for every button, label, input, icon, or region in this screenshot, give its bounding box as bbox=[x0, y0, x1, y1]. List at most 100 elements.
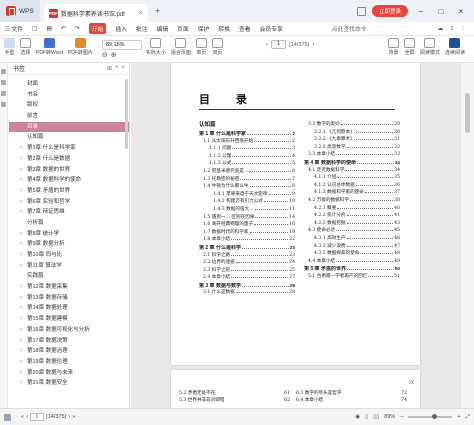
toc-entry[interactable]: 2.3 科学之思 25 bbox=[199, 267, 295, 275]
add-bookmark-icon[interactable]: + bbox=[115, 65, 119, 72]
share-icon[interactable]: ⇪ bbox=[449, 26, 454, 32]
bookmark-item[interactable]: 第12章 数据采集 bbox=[9, 282, 129, 293]
menu-page[interactable]: 页面 bbox=[177, 24, 189, 33]
minimize-icon[interactable]: – bbox=[414, 7, 428, 16]
toc-entry[interactable]: 5.2 矛盾无处不在 61 bbox=[179, 390, 296, 397]
double-page-button[interactable]: 双页 bbox=[211, 38, 223, 56]
toc-entry[interactable]: 3.2.3 高等数学 32 bbox=[304, 144, 400, 152]
command-search[interactable]: 点此查找命令 bbox=[332, 24, 367, 33]
toc-entry[interactable]: 第 3 章 数据与数学 28 bbox=[199, 282, 295, 290]
bookmark-item[interactable]: 第18章 数据治理 bbox=[9, 346, 129, 357]
bookmark-item[interactable]: 第11章 算法学 bbox=[9, 261, 129, 272]
bookmark-item[interactable]: 第16章 数据可视化与分析 bbox=[9, 325, 129, 336]
toc-entry[interactable]: 认知篇 bbox=[199, 121, 295, 130]
actual-size-button[interactable]: 实际大小 bbox=[146, 38, 166, 56]
expand-all-icon[interactable]: ⊞ bbox=[107, 65, 112, 72]
close-tab-icon[interactable]: × bbox=[139, 10, 143, 17]
zoom-out-icon[interactable]: ⊖ bbox=[102, 51, 108, 59]
toc-entry[interactable]: 4.3.3 数据探索的使命 48 bbox=[304, 250, 400, 258]
toc-entry[interactable]: 2.4 本章小结 27 bbox=[199, 274, 295, 282]
menu-member[interactable]: 会员专享 bbox=[260, 24, 283, 33]
close-panel-icon[interactable]: × bbox=[121, 65, 125, 72]
toc-entry[interactable]: 1.4.2 构建万有引力公式 10 bbox=[199, 198, 295, 206]
page-number-input[interactable]: 1 bbox=[270, 40, 286, 49]
toc-entry[interactable]: 1.3 托勒密的秘密 7 bbox=[199, 176, 295, 184]
pdf-to-word-button[interactable]: PDF转Word bbox=[36, 38, 63, 56]
toc-entry[interactable]: 5.3 世界并非非对即错 62 bbox=[179, 397, 296, 404]
eye-icon[interactable]: ◉ bbox=[355, 414, 360, 420]
more-icon[interactable]: ⋮ bbox=[460, 26, 466, 32]
bookmark-item[interactable]: 第9章 数据分析 bbox=[9, 239, 129, 250]
toc-entry[interactable]: 1.6 离开经典物理的量子 16 bbox=[199, 221, 295, 229]
search-panel-icon[interactable] bbox=[1, 102, 6, 107]
zoom-slider-knob[interactable] bbox=[432, 414, 438, 419]
bookmark-item[interactable]: 第10章 同与比 bbox=[9, 250, 129, 261]
close-window-icon[interactable]: × bbox=[454, 7, 468, 16]
toc-entry[interactable]: 4.1 走近数据科学 34 bbox=[304, 167, 400, 175]
toc-entry[interactable]: 3.2.2 《九章算术》 31 bbox=[304, 136, 400, 144]
toc-entry[interactable]: 4.3.1 高效生产 46 bbox=[304, 235, 400, 243]
fit-window-icon[interactable]: ⤢ bbox=[466, 414, 470, 421]
menu-annotate[interactable]: 批注 bbox=[136, 24, 148, 33]
status-page-input[interactable]: 1 bbox=[29, 413, 44, 421]
wps-home-tab[interactable]: WPS bbox=[0, 0, 40, 22]
menu-undo-icon[interactable]: ↶ bbox=[61, 26, 66, 32]
bookmark-item[interactable]: 目录 bbox=[9, 121, 129, 133]
toc-entry[interactable]: 4.3 使命必达 45 bbox=[304, 227, 400, 235]
toc-entry[interactable]: 4.1.2 认识总体数据 36 bbox=[304, 182, 400, 190]
bookmark-item[interactable]: 版权 bbox=[9, 100, 129, 111]
bookmark-item[interactable]: 第8章 统计学 bbox=[9, 229, 129, 240]
next-page-icon[interactable]: › bbox=[312, 42, 314, 48]
toc-entry[interactable]: 1.4 牛顿为什么那么牛 8 bbox=[199, 183, 295, 191]
bookmark-item[interactable]: 第15章 数据建模 bbox=[9, 314, 129, 325]
single-page-button[interactable]: 单页 bbox=[195, 38, 207, 56]
fullscreen-button[interactable]: 全屏 bbox=[403, 38, 415, 56]
cloud-icon[interactable]: ☁ bbox=[438, 26, 444, 32]
menu-insert[interactable]: 插入 bbox=[115, 24, 127, 33]
menu-view[interactable]: 查看 bbox=[239, 24, 251, 33]
toc-entry[interactable]: 4.1.1 介绍 35 bbox=[304, 174, 400, 182]
bookmark-item[interactable]: 分析篇 bbox=[9, 218, 129, 229]
bookmark-item[interactable]: 第19章 数据伦理 bbox=[9, 357, 129, 368]
toc-entry[interactable]: 1.4.3 数据的强大... 11 bbox=[199, 206, 295, 214]
toc-entry[interactable]: 1.1 从太阳东升西落开始 2 bbox=[199, 138, 295, 146]
toc-entry[interactable]: 4.2.3 数据挖掘 43 bbox=[304, 220, 400, 228]
continuous-read-button[interactable]: 连续阅读 bbox=[445, 38, 465, 56]
bookmark-item[interactable]: 实践篇 bbox=[9, 271, 129, 282]
toc-entry[interactable]: 4.2 万能的数据科学 38 bbox=[304, 197, 400, 205]
toc-entry[interactable]: 3.2.1 《几何原本》 30 bbox=[304, 129, 400, 137]
prev-page-icon[interactable]: ‹ bbox=[266, 42, 268, 48]
toc-entry[interactable]: 1.2 阿基米德究竟是... 6 bbox=[199, 168, 295, 176]
toc-entry[interactable]: 第 1 章 什么是科学家 2 bbox=[199, 130, 295, 138]
bookmark-panel-icon[interactable] bbox=[1, 69, 6, 74]
pdf-to-image-button[interactable]: PDF转图片 bbox=[68, 38, 93, 56]
toc-entry[interactable]: 5.1 古希腊一学者再产的回忆 51 bbox=[304, 273, 400, 281]
toc-entry[interactable]: 4.2.2 统计分析 41 bbox=[304, 212, 400, 220]
status-zoom-out-icon[interactable]: – bbox=[400, 414, 403, 420]
toc-entry[interactable]: 第 4 章 数据科学的使命 34 bbox=[304, 159, 400, 167]
bookmark-item[interactable]: 第17章 数据决策 bbox=[9, 336, 129, 347]
toc-entry[interactable]: 3.3 本章小结 33 bbox=[304, 151, 400, 159]
toc-entry[interactable]: 6.4 本章小结 74 bbox=[296, 397, 413, 404]
hand-tool-button[interactable]: 手型 bbox=[4, 38, 15, 56]
document-tab[interactable]: PDF 数据科学素养读书馆.pdf × bbox=[43, 4, 148, 22]
toc-entry[interactable]: 1.5 遇到一... 区别在因果 14 bbox=[199, 214, 295, 222]
bookmark-item[interactable]: 第5章 矛盾的世界 bbox=[9, 186, 129, 197]
toc-entry[interactable]: 3.2 数学的奥妙 29 bbox=[304, 121, 400, 129]
bookmark-item[interactable]: 第21章 数据安全 bbox=[9, 378, 129, 389]
toc-entry[interactable]: 1.1.2 公理 4 bbox=[199, 153, 295, 161]
bookmark-item[interactable]: 封面 bbox=[9, 79, 129, 90]
bookmark-item[interactable]: 第1章 什么是科学家 bbox=[9, 143, 129, 154]
menu-print-icon[interactable]: ▤ bbox=[47, 26, 52, 32]
login-button[interactable]: 立即登录 bbox=[371, 5, 408, 17]
toc-entry[interactable]: 4.4 本章小结 49 bbox=[304, 258, 400, 266]
toc-entry[interactable]: 2.1 科学之路 23 bbox=[199, 252, 295, 260]
menu-protect[interactable]: 保护 bbox=[198, 24, 210, 33]
bookmark-item[interactable]: 第4章 数据科学的使命 bbox=[9, 175, 129, 186]
bookmark-item[interactable]: 第13章 数据存储 bbox=[9, 293, 129, 304]
toc-entry[interactable]: 2.2 边界的迷惑 24 bbox=[199, 259, 295, 267]
toc-entry[interactable]: 3.1 什么是数据 28 bbox=[199, 289, 295, 297]
bookmark-item[interactable]: 第2章 什么是数据 bbox=[9, 154, 129, 165]
toc-entry[interactable]: 1.4.1 苹果来自于天文定律 9 bbox=[199, 191, 295, 199]
thumbnail-panel-icon[interactable] bbox=[1, 80, 6, 85]
